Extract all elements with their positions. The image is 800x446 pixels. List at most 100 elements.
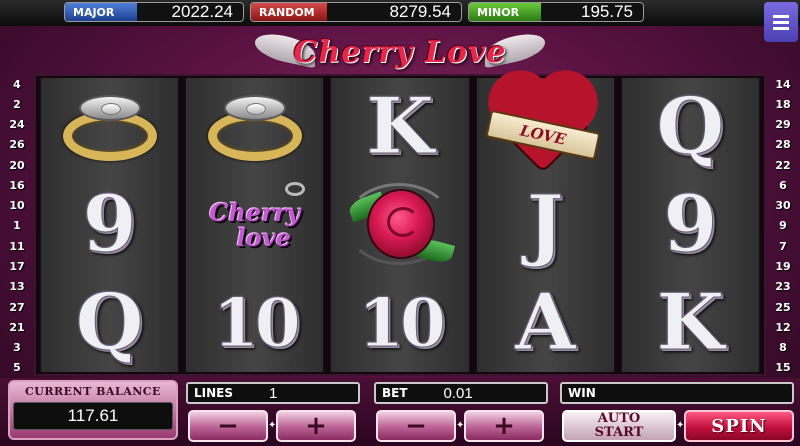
payline-marker: 29 [770,117,796,133]
auto-start-line1: AUTO [597,411,641,427]
reel-symbol [190,81,320,173]
payline-marker: 20 [4,157,30,173]
payline-number: 30 [775,199,791,213]
payline-number: 10 [9,199,25,213]
cherry-love-text-1: Cherry [209,197,301,227]
reel-1: 9Q [40,78,180,372]
payline-markers-right: 14 18 29 28 22 6 30 9 7 19 23 25 12 8 15 [768,76,798,376]
reel-symbol: K [335,81,465,173]
payline-number: 23 [775,280,791,294]
reel-symbol: Cherry love [190,179,320,271]
payline-marker: 7 [770,238,796,254]
payline-marker: 19 [770,259,796,275]
bet-label: BET [382,386,408,400]
payline-number: 26 [9,138,25,152]
payline-marker: 4 [4,76,30,92]
payline-number: 24 [9,118,25,132]
payline-number: 5 [13,361,21,375]
payline-marker: 22 [770,157,796,173]
game-logo: Cherry Love [255,29,545,74]
payline-marker: 2 [4,96,30,112]
menu-icon[interactable] [764,2,798,42]
payline-marker: 18 [770,96,796,112]
love-banner-text: LOVE [518,121,568,149]
control-panel: CURRENT BALANCE 117.61 LINES 1 BET 0.01 … [0,378,800,446]
gold-ring-icon [55,89,165,165]
card-symbol-k: K [366,81,435,172]
separator-star-icon: ✦ [676,420,685,431]
payline-number: 12 [775,320,791,334]
separator-star-icon: ✦ [456,420,465,431]
menu-bar [773,14,789,18]
payline-number: 15 [775,361,791,375]
card-symbol-10: 10 [212,284,301,362]
lines-value: 1 [269,384,278,402]
payline-marker: 16 [4,177,30,193]
separator-star-icon: ✦ [268,420,277,431]
reel-symbol: K [625,277,755,369]
jackpot-minor: MINOR 195.75 [468,2,644,22]
payline-number: 27 [9,300,25,314]
cherry-love-logo-icon: Cherry love [193,182,317,268]
payline-number: 3 [13,341,21,355]
jackpot-minor-value: 195.75 [581,2,633,21]
payline-number: 2 [13,97,21,111]
payline-marker: 26 [4,137,30,153]
payline-marker: 24 [4,117,30,133]
card-symbol-9: 9 [663,179,718,270]
payline-marker: 23 [770,279,796,295]
payline-markers-left: 4 2 24 26 20 16 10 1 11 17 13 27 21 3 5 [2,76,32,376]
payline-number: 1 [13,219,21,233]
payline-marker: 14 [770,76,796,92]
payline-marker: 15 [770,360,796,376]
keyring-icon [284,182,305,196]
bet-decrease-button[interactable]: − [376,410,456,442]
reel-symbol: 9 [625,179,755,271]
auto-start-button[interactable]: AUTO START [562,410,676,442]
balance-label: CURRENT BALANCE [25,385,161,398]
payline-marker: 17 [4,259,30,275]
payline-number: 25 [775,300,791,314]
lines-increase-button[interactable]: + [276,410,356,442]
balance-value: 117.61 [13,402,173,430]
gold-ring-icon [200,89,310,165]
heart-love-icon: LOVE [485,79,605,171]
reel-symbol: 10 [335,277,465,369]
reel-symbol: A [480,277,610,369]
reel-symbol [45,81,175,173]
balance-panel: CURRENT BALANCE 117.61 [8,380,178,440]
payline-number: 19 [775,260,791,274]
reel-symbol: Q [625,81,755,173]
payline-marker: 9 [770,218,796,234]
menu-bar [773,26,789,30]
payline-marker: 28 [770,137,796,153]
bet-value: 0.01 [443,384,473,402]
reel-5: Q9K [620,78,761,372]
reel-symbol [335,179,465,271]
card-symbol-k: K [656,277,725,368]
payline-marker: 25 [770,299,796,315]
payline-number: 8 [779,341,787,355]
payline-number: 18 [775,97,791,111]
reel-2: Cherry love 10 [185,78,325,372]
payline-marker: 5 [4,360,30,376]
payline-number: 9 [779,219,787,233]
payline-marker: 3 [4,340,30,356]
menu-bar [773,20,789,24]
jackpot-major: MAJOR 2022.24 [64,2,244,22]
payline-marker: 21 [4,319,30,335]
reel-4: LOVE J A [475,78,615,372]
spin-button[interactable]: SPIN [684,410,794,442]
payline-number: 13 [9,280,25,294]
reel-symbol: J [480,179,610,271]
payline-number: 17 [9,260,25,274]
payline-marker: 8 [770,340,796,356]
reel-symbol: 9 [45,179,175,271]
jackpot-random-label: RANDOM [251,3,327,21]
bet-increase-button[interactable]: + [464,410,544,442]
lines-decrease-button[interactable]: − [188,410,268,442]
game-title: Cherry Love [293,34,507,70]
jackpot-major-label: MAJOR [65,3,137,21]
win-field: WIN [560,382,794,404]
payline-number: 14 [775,77,791,91]
